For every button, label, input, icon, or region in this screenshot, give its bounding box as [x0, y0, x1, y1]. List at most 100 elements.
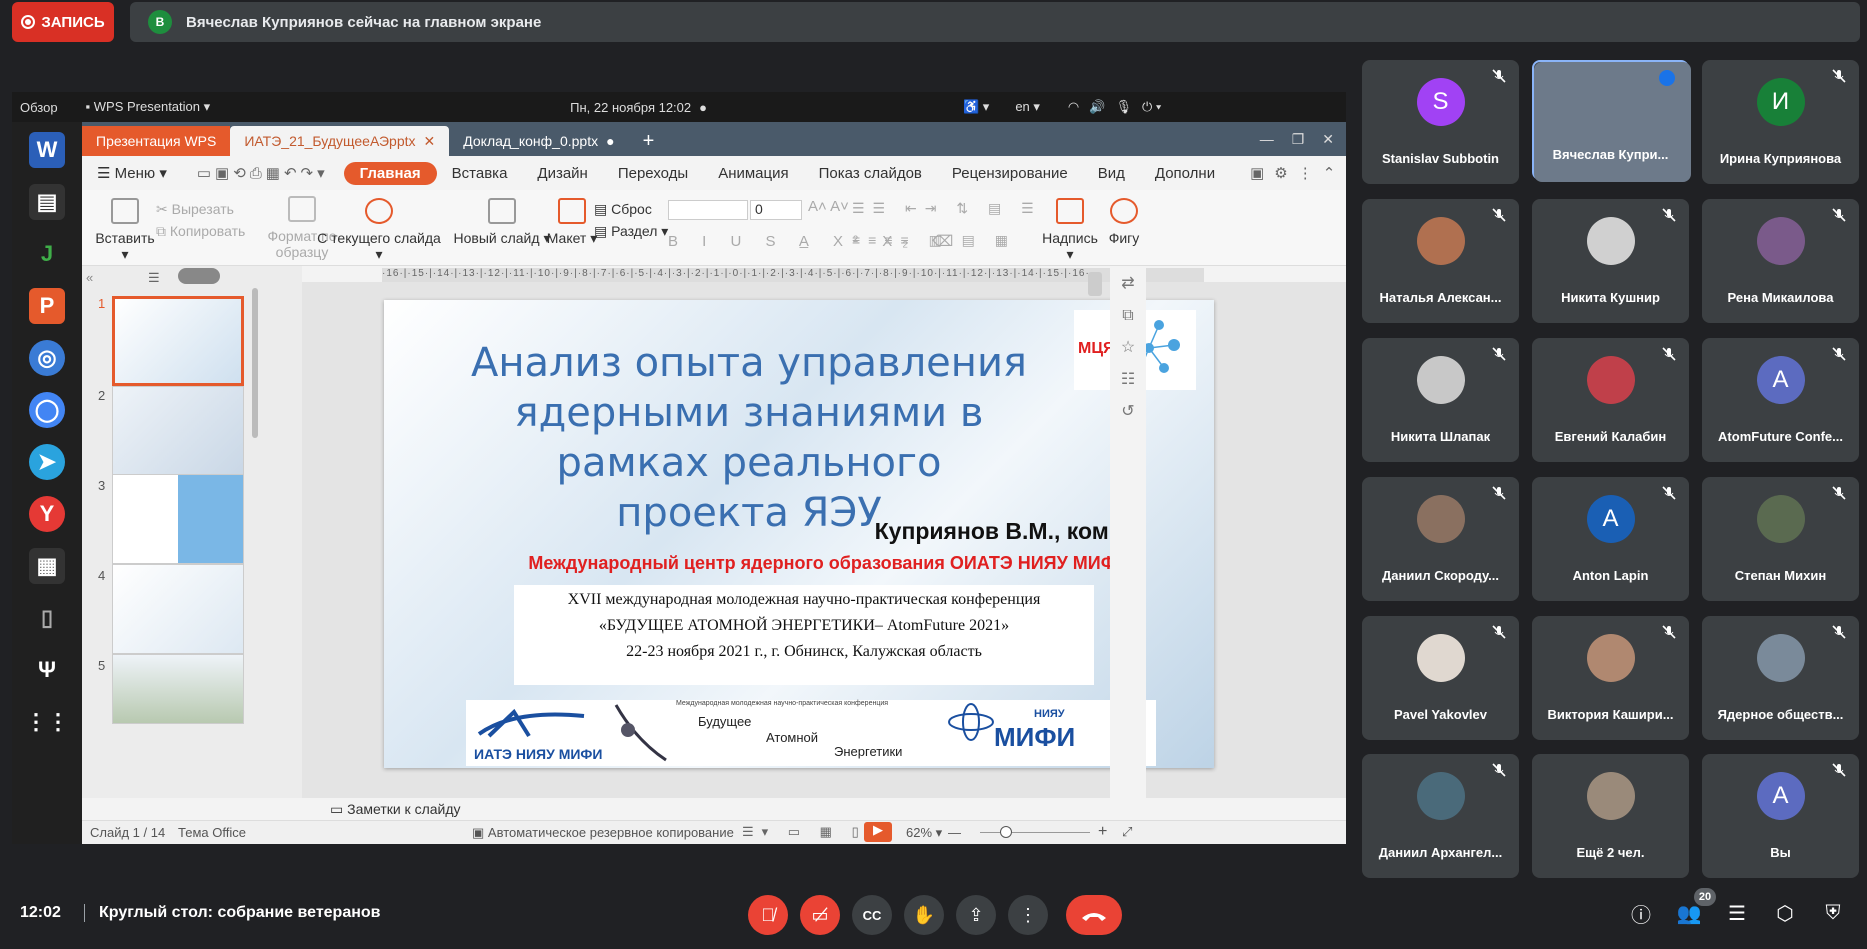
thumbnail-slide-3[interactable]: [112, 474, 244, 564]
tab-view[interactable]: Вид: [1083, 165, 1140, 182]
participant-tile[interactable]: Наталья Алексан...: [1362, 199, 1519, 323]
participant-tile[interactable]: A Anton Lapin: [1532, 477, 1689, 601]
tab-report[interactable]: Доклад_конф_0.pptx ●: [449, 126, 628, 156]
alignment-buttons[interactable]: ≡≡≡≡ ▥ ▤ ▦: [852, 232, 1016, 249]
participant-tile[interactable]: Никита Кушнир: [1532, 199, 1689, 323]
participant-tile[interactable]: Pavel Yakovlev: [1362, 616, 1519, 740]
settings-icon[interactable]: ▣⚙⋮⌃: [1250, 164, 1345, 182]
thumbnail-slide-5[interactable]: [112, 654, 244, 724]
yandex-browser-icon[interactable]: Y: [29, 496, 65, 532]
participant-tile[interactable]: Ядерное обществ...: [1702, 616, 1859, 740]
hamburger-menu[interactable]: ☰ Меню ▾: [82, 164, 182, 182]
wifi-icon[interactable]: ◠: [1068, 99, 1079, 115]
notes-app-icon[interactable]: ▤: [29, 184, 65, 220]
app-menu[interactable]: ▪ WPS Presentation ▾: [86, 99, 211, 115]
quick-access-icons[interactable]: ▭▣⟲⎙▦↶↷▾: [182, 164, 344, 182]
present-button[interactable]: ⇪: [956, 895, 996, 935]
microphone-icon[interactable]: 🎙: [1115, 99, 1132, 115]
textbox-button[interactable]: Надпись ▾: [1040, 198, 1100, 263]
tab-home[interactable]: Главная: [343, 161, 437, 185]
vertical-scrollbar[interactable]: [1088, 272, 1102, 296]
section-button[interactable]: ▤ Раздел ▾: [594, 220, 668, 242]
zoom-slider-handle[interactable]: [1000, 826, 1012, 838]
volume-icon[interactable]: 🔊: [1089, 99, 1105, 115]
document-viewer-icon[interactable]: ▦: [29, 548, 65, 584]
participant-tile[interactable]: Рена Микаилова: [1702, 199, 1859, 323]
participant-tile[interactable]: Евгений Калабин: [1532, 338, 1689, 462]
tab-transitions[interactable]: Переходы: [603, 165, 703, 182]
participant-tile[interactable]: Даниил Архангел...: [1362, 754, 1519, 878]
chromium-icon[interactable]: ◯: [29, 392, 65, 428]
tab-wps-home[interactable]: Презентация WPS: [82, 126, 231, 156]
thumbnail-slide-2[interactable]: [112, 386, 244, 476]
thumbnail-slide-4[interactable]: [112, 564, 244, 654]
more-options-button[interactable]: ⋮: [1008, 895, 1048, 935]
participant-tile[interactable]: Ещё 2 чел.: [1532, 754, 1689, 878]
usb-drive-icon[interactable]: ▯: [29, 600, 65, 636]
tab-more[interactable]: Дополни: [1140, 165, 1230, 182]
shapes-button[interactable]: Фигу: [1104, 198, 1144, 246]
usb-icon[interactable]: Ψ: [29, 652, 65, 688]
participant-tile[interactable]: Никита Шлапак: [1362, 338, 1519, 462]
from-current-slide-button[interactable]: С текущего слайда ▾: [314, 198, 444, 263]
host-controls-icon[interactable]: ⛨: [1818, 898, 1848, 928]
participant-tile[interactable]: Виктория Кашири...: [1532, 616, 1689, 740]
wps-presentation-icon[interactable]: P: [29, 288, 65, 324]
tab-review[interactable]: Рецензирование: [937, 165, 1083, 182]
thumbnail-scrollbar[interactable]: [252, 288, 258, 438]
network-app-icon[interactable]: ◎: [29, 340, 65, 376]
zoom-out-icon[interactable]: —: [948, 825, 961, 840]
zoom-level[interactable]: 62% ▾: [906, 825, 942, 841]
tab-design[interactable]: Дизайн: [522, 165, 602, 182]
fit-window-icon[interactable]: ⤢: [1122, 824, 1132, 840]
tab-animation[interactable]: Анимация: [703, 165, 803, 182]
captions-button[interactable]: CC: [852, 895, 892, 935]
paste-button[interactable]: Вставить ▾: [90, 198, 160, 263]
history-icon[interactable]: ↺: [1110, 396, 1146, 428]
tab-active-presentation[interactable]: ИАТЭ_21_БудущееАЭpptx ✕: [230, 126, 450, 156]
app-grid-icon[interactable]: ⋮⋮: [25, 704, 69, 740]
tab-insert[interactable]: Вставка: [437, 165, 523, 182]
font-size-field[interactable]: 0: [750, 200, 802, 220]
paragraph-buttons[interactable]: ☰☰ ⇤⇥ ⇅ ▤ ☰: [852, 200, 1042, 217]
cut-button[interactable]: ✂ Вырезать: [156, 198, 245, 220]
close-icon[interactable]: ●: [606, 133, 614, 149]
font-name-field[interactable]: [668, 200, 748, 220]
reset-button[interactable]: ▤ Сброс: [594, 198, 668, 220]
mic-off-button[interactable]: 🎙̸: [748, 895, 788, 935]
minimize-icon[interactable]: —: [1260, 131, 1274, 148]
tool-icon[interactable]: ⧉: [1110, 300, 1146, 332]
overview-button[interactable]: Обзор: [20, 100, 58, 115]
participant-tile[interactable]: Степан Михин: [1702, 477, 1859, 601]
leave-call-button[interactable]: [1066, 895, 1122, 935]
new-tab-icon[interactable]: +: [629, 126, 669, 156]
tool-icon[interactable]: ⇄: [1110, 268, 1146, 300]
close-window-icon[interactable]: ✕: [1322, 131, 1334, 148]
thumbnail-slide-1[interactable]: [112, 296, 244, 386]
font-size-buttons[interactable]: A˄ A˅: [808, 198, 849, 215]
participant-tile[interactable]: Вячеслав Купри...: [1532, 60, 1691, 182]
tool-icon[interactable]: ☷: [1110, 364, 1146, 396]
slide-notes[interactable]: ▭ Заметки к слайду: [302, 798, 1346, 820]
participant-tile[interactable]: A Вы: [1702, 754, 1859, 878]
recording-indicator[interactable]: ЗАПИСЬ: [12, 2, 114, 42]
participant-tile[interactable]: S Stanislav Subbotin: [1362, 60, 1519, 184]
copy-button[interactable]: ⧉ Копировать: [156, 220, 245, 242]
current-slide[interactable]: МЦЯО Анализ опыта управления ядерными зн…: [384, 300, 1214, 768]
activities-icon[interactable]: ⬡: [1770, 898, 1800, 928]
outline-view-icon[interactable]: ☰: [148, 270, 160, 286]
layout-button[interactable]: Макет ▾: [542, 198, 602, 247]
chat-icon[interactable]: ☰: [1722, 898, 1752, 928]
zoom-slider[interactable]: [980, 832, 1090, 833]
jabref-app-icon[interactable]: J: [29, 236, 65, 272]
zoom-in-icon[interactable]: +: [1098, 823, 1107, 841]
new-slide-button[interactable]: Новый слайд ▾: [452, 198, 552, 247]
participant-tile[interactable]: И Ирина Куприянова: [1702, 60, 1859, 184]
accessibility-icon[interactable]: ♿ ▾: [963, 99, 989, 115]
tab-slideshow[interactable]: Показ слайдов: [804, 165, 937, 182]
power-icon[interactable]: ⏻ ▾: [1142, 99, 1161, 115]
meeting-info-icon[interactable]: ⓘ: [1626, 898, 1656, 928]
play-slideshow-button[interactable]: ▶: [864, 822, 892, 842]
language-indicator[interactable]: en ▾: [1015, 99, 1040, 115]
participant-tile[interactable]: Даниил Скороду...: [1362, 477, 1519, 601]
